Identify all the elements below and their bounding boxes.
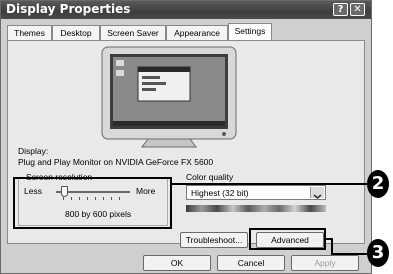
- tab-themes[interactable]: Themes: [7, 25, 52, 41]
- preview-window-title: [138, 67, 190, 72]
- preview-desktop-icon: [116, 70, 124, 76]
- advanced-highlight-box: [249, 228, 326, 250]
- cancel-button[interactable]: Cancel: [217, 255, 285, 271]
- preview-line: [142, 82, 166, 85]
- power-light: [222, 132, 226, 136]
- apply-button[interactable]: Apply: [291, 255, 359, 271]
- preview-desktop-icon: [116, 60, 124, 66]
- resolution-highlight-box: [13, 177, 172, 229]
- display-value: Plug and Play Monitor on NVIDIA GeForce …: [18, 157, 214, 167]
- display-label: Display:: [18, 146, 49, 156]
- preview-line: [142, 88, 156, 91]
- chevron-down-icon[interactable]: [310, 187, 324, 199]
- callout-badge-3: 3: [367, 239, 389, 267]
- title-bar[interactable]: Display Properties ? ✕: [1, 1, 371, 19]
- preview-line: [142, 76, 160, 79]
- tab-appearance[interactable]: Appearance: [166, 25, 228, 41]
- callout-line-3b: [331, 238, 333, 254]
- color-sample-bar: [186, 205, 326, 212]
- callout-badge-2: 2: [367, 170, 389, 198]
- close-button[interactable]: ✕: [350, 3, 365, 16]
- color-quality-select[interactable]: Highest (32 bit): [186, 185, 326, 200]
- help-button[interactable]: ?: [333, 3, 348, 16]
- monitor-preview: [101, 46, 237, 148]
- callout-line-2: [172, 183, 367, 185]
- tab-screen-saver[interactable]: Screen Saver: [100, 25, 166, 41]
- troubleshoot-button[interactable]: Troubleshoot...: [180, 232, 248, 248]
- color-quality-value: Highest (32 bit): [191, 188, 249, 198]
- ok-button[interactable]: OK: [143, 255, 211, 271]
- tab-settings[interactable]: Settings: [228, 23, 272, 41]
- tab-desktop[interactable]: Desktop: [52, 25, 100, 41]
- monitor-stand: [141, 138, 197, 148]
- window-title: Display Properties: [6, 2, 131, 16]
- callout-line-3c: [331, 253, 367, 255]
- color-quality-label: Color quality: [186, 172, 234, 182]
- preview-taskbar: [113, 121, 225, 126]
